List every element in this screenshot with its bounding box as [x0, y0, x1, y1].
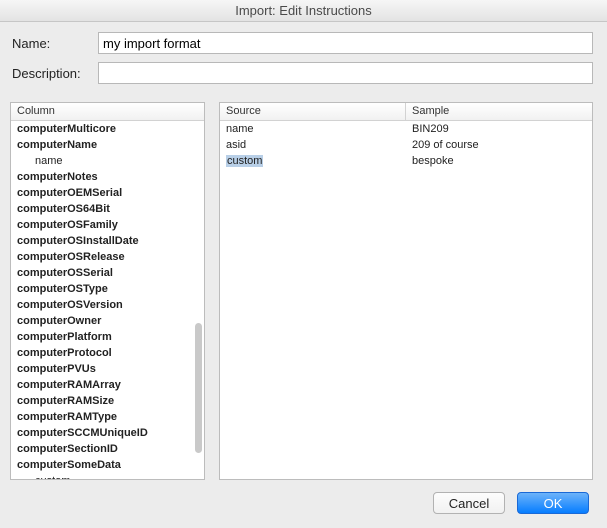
- description-input[interactable]: [98, 62, 593, 84]
- column-item[interactable]: computerRAMType: [11, 409, 204, 425]
- column-list[interactable]: computerMulticorecomputerNamenamecompute…: [11, 121, 204, 479]
- source-header-label: Source: [220, 103, 406, 120]
- description-row: Description:: [10, 62, 593, 84]
- column-item[interactable]: computerOSFamily: [11, 217, 204, 233]
- sample-cell: 209 of course: [406, 137, 592, 153]
- mapping-list[interactable]: nameBIN209asid209 of coursecustombespoke: [220, 121, 592, 479]
- panels: Column computerMulticorecomputerNamename…: [0, 102, 607, 480]
- column-item[interactable]: computerSomeData: [11, 457, 204, 473]
- mapping-panel: Source Sample nameBIN209asid209 of cours…: [219, 102, 593, 480]
- sample-header-label: Sample: [406, 103, 592, 120]
- source-cell: asid: [220, 137, 406, 153]
- column-item[interactable]: computerOwner: [11, 313, 204, 329]
- column-item[interactable]: computerProtocol: [11, 345, 204, 361]
- column-item[interactable]: name: [11, 153, 204, 169]
- column-item[interactable]: computerOSRelease: [11, 249, 204, 265]
- column-header-label: Column: [11, 103, 204, 120]
- column-item[interactable]: computerOSInstallDate: [11, 233, 204, 249]
- scrollbar-thumb[interactable]: [195, 323, 202, 453]
- column-item[interactable]: computerSCCMUniqueID: [11, 425, 204, 441]
- column-item[interactable]: custom: [11, 473, 204, 479]
- column-item[interactable]: computerNotes: [11, 169, 204, 185]
- window-titlebar: Import: Edit Instructions: [0, 0, 607, 22]
- column-item[interactable]: computerPlatform: [11, 329, 204, 345]
- mapping-row[interactable]: custombespoke: [220, 153, 592, 169]
- cancel-button[interactable]: Cancel: [433, 492, 505, 514]
- sample-cell: BIN209: [406, 121, 592, 137]
- column-item[interactable]: computerOS64Bit: [11, 201, 204, 217]
- mapping-row[interactable]: nameBIN209: [220, 121, 592, 137]
- sample-cell: bespoke: [406, 153, 592, 169]
- form-area: Name: Description:: [0, 22, 607, 102]
- column-item[interactable]: computerRAMArray: [11, 377, 204, 393]
- window-title: Import: Edit Instructions: [235, 3, 372, 18]
- column-item[interactable]: computerOSType: [11, 281, 204, 297]
- column-item[interactable]: computerOSSerial: [11, 265, 204, 281]
- button-bar: Cancel OK: [0, 480, 607, 528]
- mapping-row[interactable]: asid209 of course: [220, 137, 592, 153]
- column-panel-header[interactable]: Column: [11, 103, 204, 121]
- column-item[interactable]: computerMulticore: [11, 121, 204, 137]
- mapping-panel-header[interactable]: Source Sample: [220, 103, 592, 121]
- column-item[interactable]: computerPVUs: [11, 361, 204, 377]
- name-input[interactable]: [98, 32, 593, 54]
- column-panel: Column computerMulticorecomputerNamename…: [10, 102, 205, 480]
- column-item[interactable]: computerOSVersion: [11, 297, 204, 313]
- column-item[interactable]: computerOEMSerial: [11, 185, 204, 201]
- name-label: Name:: [10, 36, 98, 51]
- source-cell: custom: [220, 153, 406, 169]
- source-cell: name: [220, 121, 406, 137]
- description-label: Description:: [10, 66, 98, 81]
- column-item[interactable]: computerRAMSize: [11, 393, 204, 409]
- name-row: Name:: [10, 32, 593, 54]
- column-item[interactable]: computerName: [11, 137, 204, 153]
- ok-button[interactable]: OK: [517, 492, 589, 514]
- column-item[interactable]: computerSectionID: [11, 441, 204, 457]
